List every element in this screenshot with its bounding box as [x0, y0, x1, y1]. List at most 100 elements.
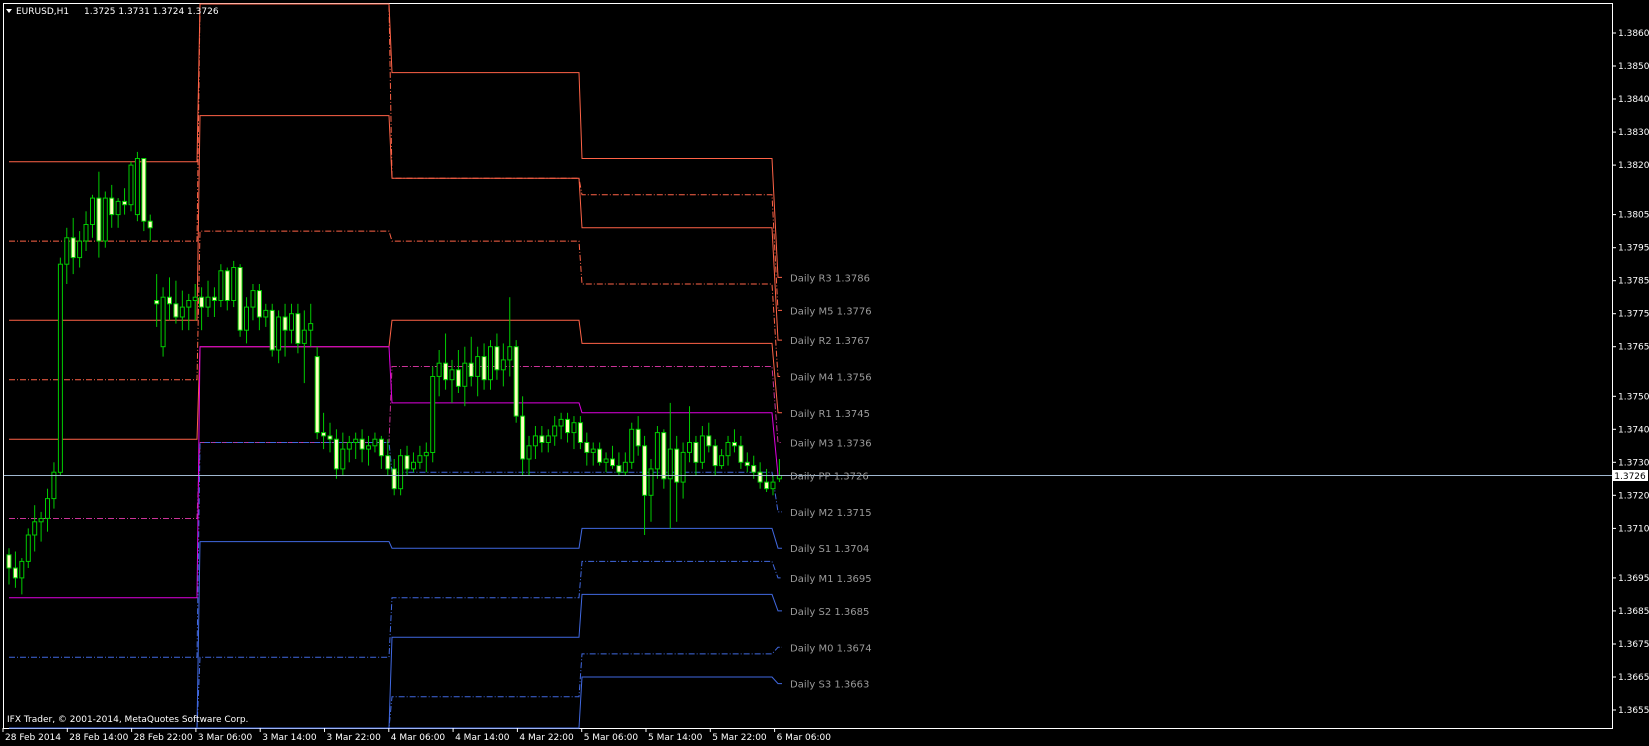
candle-body-bull — [770, 481, 776, 490]
candle-body-bear — [520, 415, 526, 460]
candle-body-bull — [449, 369, 455, 381]
candle-body-bear — [147, 220, 153, 229]
candle-body-bear — [256, 290, 262, 318]
candle-body-bear — [282, 316, 288, 331]
pivot-label-daily-m5: Daily M5 1.3776 — [790, 306, 872, 317]
candle-body-bull — [411, 461, 416, 470]
candle-body-bull — [699, 435, 705, 463]
pivot-label-daily-m3: Daily M3 1.3736 — [790, 439, 872, 450]
candle-body-bull — [622, 461, 628, 473]
pivot-label-daily-m2: Daily M2 1.3715 — [790, 508, 872, 519]
chart-header[interactable]: EURUSD,H1 1.3725 1.3731 1.3724 1.3726 — [6, 7, 219, 17]
candle-body-bull — [218, 270, 224, 301]
time-tick-label: 3 Mar 06:00 — [198, 733, 253, 743]
candle-body-bull — [19, 560, 25, 579]
pivot-label-daily-m1: Daily M1 1.3695 — [790, 574, 872, 585]
price-tick-label: 1.3740 — [1618, 425, 1649, 435]
time-tick-label: 5 Mar 22:00 — [712, 733, 767, 743]
candle-body-bull — [102, 197, 108, 242]
candle-body-bull — [179, 306, 185, 318]
candle-body-bear — [6, 554, 12, 569]
pivot-label-daily-s1: Daily S1 1.3704 — [790, 544, 869, 555]
candle-body-bull — [552, 425, 558, 437]
price-tick-label: 1.3820 — [1618, 161, 1649, 171]
price-tick-label: 1.3775 — [1618, 310, 1649, 320]
price-tick-label: 1.3765 — [1618, 343, 1649, 353]
symbol-label: EURUSD,H1 — [16, 7, 69, 17]
candle-body-bear — [764, 481, 770, 490]
candle-body-bull — [64, 237, 70, 265]
candle-body-bull — [372, 438, 378, 447]
candle-body-bull — [417, 455, 423, 463]
chart-canvas[interactable]: Daily R3 1.3786 Daily M5 1.3776 Daily R2 1… — [0, 0, 1649, 746]
candle-body-bear — [269, 309, 275, 351]
pivot-label-daily-r2: Daily R2 1.3767 — [790, 336, 870, 347]
candle-body-bear — [359, 438, 365, 450]
candle-body-bear — [539, 435, 545, 443]
candle-body-bear — [642, 445, 648, 496]
candle-body-bear — [616, 465, 622, 473]
candle-body-bull — [423, 451, 429, 457]
candle-body-bear — [109, 197, 115, 216]
candle-body-bull — [186, 300, 192, 308]
pivot-label-daily-m0: Daily M0 1.3674 — [790, 643, 872, 654]
price-tick-label: 1.3750 — [1618, 392, 1649, 402]
candle-body-bear — [295, 313, 301, 344]
candle-body-bull — [192, 296, 198, 302]
candle-body-bull — [654, 432, 660, 470]
time-tick-label: 6 Mar 06:00 — [777, 733, 832, 743]
price-tick-label: 1.3695 — [1618, 574, 1649, 584]
candle-body-bear — [565, 418, 570, 434]
candle-body-bear — [237, 267, 243, 331]
pivot-label-daily-m4: Daily M4 1.3756 — [790, 373, 872, 384]
candle-body-bull — [648, 468, 654, 496]
pivot-label-daily-s2: Daily S2 1.3685 — [790, 607, 869, 618]
candle-body-bull — [488, 346, 493, 381]
candle-body-bull — [687, 442, 692, 453]
copyright-text: IFX Trader, © 2001-2014, MetaQuotes Soft… — [7, 715, 248, 725]
candle-body-bull — [346, 442, 352, 450]
price-tick-label: 1.3785 — [1618, 277, 1649, 287]
candle-body-bull — [57, 263, 63, 473]
candle-body-bear — [70, 237, 76, 259]
candle-body-bull — [244, 306, 249, 331]
pivot-label-daily-r3: Daily R3 1.3786 — [790, 273, 870, 284]
candle-body-bear — [674, 448, 680, 483]
candle-body-bear — [693, 442, 699, 463]
candle-body-bear — [732, 442, 737, 447]
price-tick-label: 1.3685 — [1618, 607, 1649, 617]
ohlc-readout: 1.3725 1.3731 1.3724 1.3726 — [84, 7, 219, 17]
price-tick-label: 1.3850 — [1618, 62, 1649, 72]
time-tick-label: 3 Mar 14:00 — [262, 733, 317, 743]
candle-body-bear — [211, 296, 217, 302]
candle-body-bear — [12, 567, 18, 579]
candle-body-bear — [744, 461, 750, 467]
candle-body-bull — [532, 435, 538, 447]
candle-body-bear — [96, 197, 102, 242]
time-tick-label: 4 Mar 06:00 — [391, 733, 446, 743]
candle-body-bull — [340, 448, 346, 470]
price-tick-label: 1.3830 — [1618, 128, 1649, 138]
candle-body-bull — [276, 316, 282, 351]
candle-body-bull — [160, 296, 166, 348]
candle-body-bear — [610, 458, 615, 467]
candle-body-bull — [134, 158, 140, 216]
candle-body-bull — [301, 329, 307, 344]
candle-body-bull — [45, 498, 50, 519]
candle-body-bear — [327, 435, 333, 440]
current-price-tag: 1.3726 — [1613, 470, 1648, 482]
pivot-label-daily-s3: Daily S3 1.3663 — [790, 680, 869, 691]
candle-body-bear — [199, 296, 205, 308]
time-tick-label: 28 Feb 2014 — [5, 733, 61, 743]
candle-body-bear — [167, 296, 172, 305]
candle-body-bull — [430, 376, 436, 453]
candle-body-bull — [205, 296, 211, 308]
candle-body-bull — [545, 435, 551, 443]
candle-body-bull — [353, 438, 359, 444]
candle-body-bear — [635, 428, 641, 447]
candle-body-bear — [321, 432, 327, 437]
candle-body-bull — [32, 521, 38, 536]
candle-body-bull — [680, 451, 686, 483]
candle-body-bull — [436, 362, 442, 377]
pivot-label-daily-pp: Daily PP 1.3726 — [790, 472, 869, 483]
